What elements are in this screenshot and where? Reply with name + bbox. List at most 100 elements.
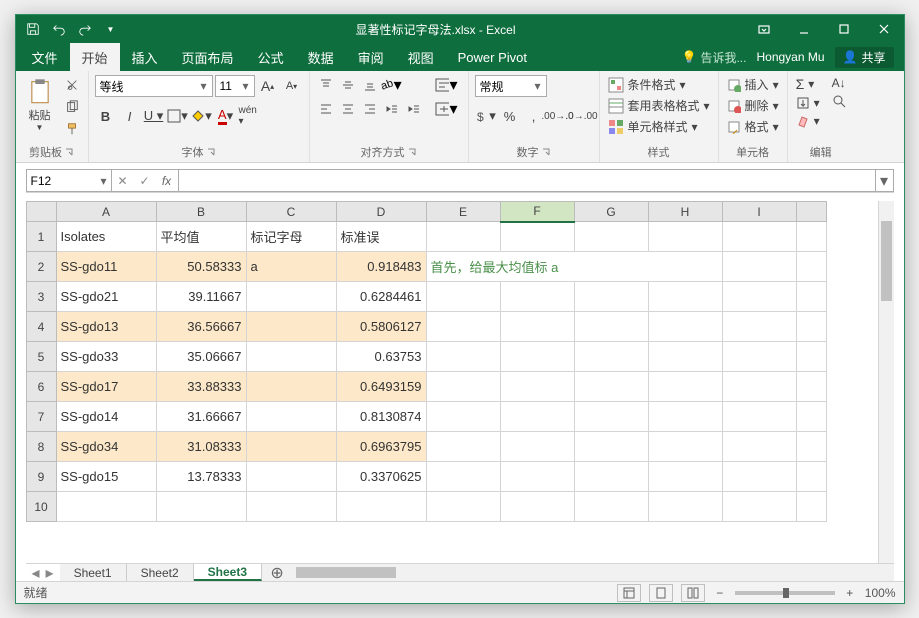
minimize-button[interactable]	[784, 15, 824, 43]
decrease-font-button[interactable]: A▾	[281, 75, 303, 97]
col-header-h[interactable]: H	[648, 202, 722, 222]
row-header[interactable]: 10	[26, 492, 56, 522]
sheet-tab[interactable]: Sheet2	[127, 564, 194, 581]
align-bottom-button[interactable]	[360, 75, 380, 95]
font-name-combo[interactable]: 等线▾	[95, 75, 213, 97]
conditional-format-button[interactable]: 条件格式 ▾	[606, 75, 712, 94]
format-as-table-button[interactable]: 套用表格格式 ▾	[606, 96, 712, 115]
cell[interactable]	[574, 222, 648, 252]
formula-input[interactable]	[179, 169, 876, 192]
row-header[interactable]: 9	[26, 462, 56, 492]
zoom-out-button[interactable]: −	[713, 586, 727, 600]
cell[interactable]: 50.58333	[156, 252, 246, 282]
align-left-button[interactable]	[316, 99, 336, 119]
select-all-corner[interactable]	[26, 202, 56, 222]
maximize-button[interactable]	[824, 15, 864, 43]
number-format-combo[interactable]: 常规▾	[475, 75, 547, 97]
merge-button[interactable]: ▾	[432, 99, 462, 119]
row-header[interactable]: 3	[26, 282, 56, 312]
column-headers[interactable]: A B C D E F G H I	[26, 202, 826, 222]
cell[interactable]	[426, 222, 500, 252]
find-select-button[interactable]	[830, 93, 848, 109]
cell[interactable]: 0.918483	[336, 252, 426, 282]
row-header[interactable]: 4	[26, 312, 56, 342]
tab-data[interactable]: 数据	[296, 43, 346, 71]
underline-button[interactable]: U ▾	[143, 105, 165, 127]
zoom-in-button[interactable]: +	[843, 586, 857, 600]
align-right-button[interactable]	[360, 99, 380, 119]
cell[interactable]: 0.6284461	[336, 282, 426, 312]
row-header[interactable]: 5	[26, 342, 56, 372]
table-row[interactable]: 8 SS-gdo3431.083330.6963795	[26, 432, 826, 462]
table-row[interactable]: 4 SS-gdo1336.566670.5806127	[26, 312, 826, 342]
copy-button[interactable]	[62, 97, 82, 117]
col-header-i[interactable]: I	[722, 202, 796, 222]
tab-home[interactable]: 开始	[70, 43, 120, 71]
cut-button[interactable]	[62, 75, 82, 95]
confirm-entry-button[interactable]: ✓	[134, 174, 156, 188]
increase-font-button[interactable]: A▴	[257, 75, 279, 97]
tab-insert[interactable]: 插入	[120, 43, 170, 71]
ribbon-options-button[interactable]	[744, 15, 784, 43]
expand-formula-bar[interactable]: ▾	[876, 169, 894, 192]
cell[interactable]	[246, 282, 336, 312]
cell[interactable]	[722, 252, 796, 282]
sheet-nav-buttons[interactable]: ◂▸	[26, 564, 60, 581]
row-header[interactable]: 1	[26, 222, 56, 252]
phonetic-button[interactable]: wén ▾	[239, 105, 261, 127]
cell[interactable]: 标记字母	[246, 222, 336, 252]
tab-file[interactable]: 文件	[20, 43, 70, 71]
col-header-g[interactable]: G	[574, 202, 648, 222]
tab-powerpivot[interactable]: Power Pivot	[446, 43, 539, 71]
cell[interactable]: a	[246, 252, 336, 282]
tab-review[interactable]: 审阅	[346, 43, 396, 71]
sheet-tab[interactable]: Sheet3	[194, 564, 262, 581]
cell[interactable]	[722, 222, 796, 252]
tab-formulas[interactable]: 公式	[246, 43, 296, 71]
table-row[interactable]: 9 SS-gdo1513.783330.3370625	[26, 462, 826, 492]
zoom-slider[interactable]	[735, 591, 835, 595]
cell[interactable]: 39.11667	[156, 282, 246, 312]
accounting-button[interactable]: $▾	[475, 105, 497, 127]
row-header[interactable]: 7	[26, 402, 56, 432]
cell[interactable]: SS-gdo21	[56, 282, 156, 312]
col-header-f[interactable]: F	[500, 202, 574, 222]
name-box[interactable]: F12▾	[26, 169, 112, 192]
share-button[interactable]: 👤 共享	[835, 47, 894, 68]
col-header-d[interactable]: D	[336, 202, 426, 222]
row-header[interactable]: 8	[26, 432, 56, 462]
format-painter-button[interactable]	[62, 119, 82, 139]
decrease-indent-button[interactable]	[382, 99, 402, 119]
cell[interactable]: 平均值	[156, 222, 246, 252]
number-launcher[interactable]	[541, 147, 551, 157]
align-launcher[interactable]	[407, 147, 417, 157]
align-top-button[interactable]	[316, 75, 336, 95]
cell[interactable]	[648, 222, 722, 252]
bold-button[interactable]: B	[95, 105, 117, 127]
table-row[interactable]: 1 Isolates 平均值 标记字母 标准误	[26, 222, 826, 252]
table-row[interactable]: 3 SS-gdo2139.11667 0.6284461	[26, 282, 826, 312]
insert-cells-button[interactable]: 插入 ▾	[725, 75, 781, 94]
align-middle-button[interactable]	[338, 75, 358, 95]
increase-indent-button[interactable]	[404, 99, 424, 119]
normal-view-button[interactable]	[617, 584, 641, 602]
sheet-table[interactable]: A B C D E F G H I 1 Isolates 平均值 标记字母 标准…	[26, 201, 827, 522]
sort-filter-button[interactable]: A↓	[830, 75, 848, 91]
close-button[interactable]	[864, 15, 904, 43]
table-row[interactable]: 10	[26, 492, 826, 522]
redo-button[interactable]	[74, 18, 96, 40]
paste-button[interactable]: 粘贴 ▼	[22, 75, 58, 134]
vertical-scrollbar[interactable]	[878, 201, 894, 563]
tell-me-search[interactable]: 💡 告诉我...	[682, 49, 747, 66]
delete-cells-button[interactable]: 删除 ▾	[725, 96, 781, 115]
cell-styles-button[interactable]: 单元格样式 ▾	[606, 117, 712, 136]
font-color-button[interactable]: A▾	[215, 105, 237, 127]
col-header-a[interactable]: A	[56, 202, 156, 222]
table-row[interactable]: 5 SS-gdo3335.066670.63753	[26, 342, 826, 372]
decrease-decimal-button[interactable]: .0→.00	[571, 105, 593, 127]
row-header[interactable]: 2	[26, 252, 56, 282]
table-row[interactable]: 2 SS-gdo11 50.58333 a 0.918483 首先，给最大均值标…	[26, 252, 826, 282]
cell[interactable]	[500, 222, 574, 252]
fill-button[interactable]: ▾	[794, 95, 822, 111]
horizontal-scrollbar[interactable]	[292, 564, 893, 581]
